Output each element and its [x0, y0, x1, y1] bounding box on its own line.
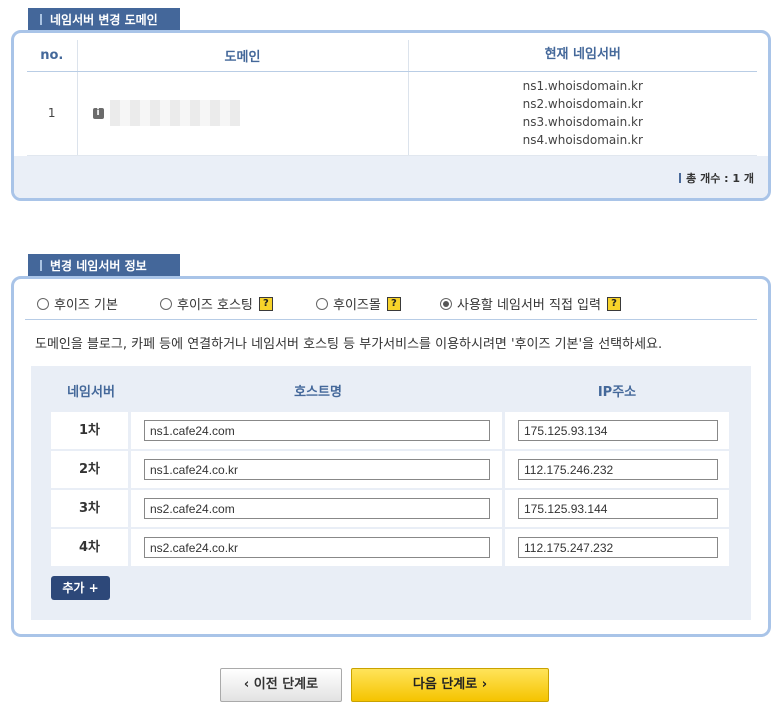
ip-input-2[interactable] [518, 459, 718, 480]
nameserver-order-label: 1차 [51, 412, 131, 449]
section-title: 변경 네임서버 정보 [50, 259, 147, 273]
help-icon[interactable]: ? [258, 296, 273, 311]
nameserver-order-label: 2차 [51, 451, 131, 488]
current-nameservers-cell: ns1.whoisdomain.kr ns2.whoisdomain.kr ns… [408, 71, 757, 156]
add-nameserver-button[interactable]: 추가 + [51, 576, 110, 600]
option-label: 사용할 네임서버 직접 입력 [457, 298, 601, 313]
table-row: 1차 [51, 412, 729, 449]
radio-button[interactable] [37, 297, 49, 310]
domain-table: no. 도메인 현재 네임서버 1 i ns1.whoisdomain.kr n… [27, 40, 757, 156]
nameserver-4: ns4.whoisdomain.kr [522, 133, 643, 147]
column-header-ip: IP주소 [597, 385, 637, 400]
table-row: 3차 [51, 490, 729, 527]
section-tab-new-nameserver: 변경 네임서버 정보 [28, 254, 180, 276]
column-header-no: no. [27, 40, 77, 72]
host-input-2[interactable] [144, 459, 490, 480]
option-whois-hosting[interactable]: 후이즈 호스팅 ? [160, 294, 273, 313]
table-row: 2차 [51, 451, 729, 488]
section-title: 네임서버 변경 도메인 [50, 13, 158, 27]
table-row: 4차 [51, 529, 729, 566]
nameserver-3: ns3.whoisdomain.kr [522, 115, 643, 129]
nameserver-order-label: 3차 [51, 490, 131, 527]
option-description: 도메인을 블로그, 카페 등에 연결하거나 네임서버 호스팅 등 부가서비스를 … [35, 337, 663, 352]
radio-button[interactable] [160, 297, 172, 310]
ip-input-3[interactable] [518, 498, 718, 519]
option-label: 후이즈 호스팅 [177, 298, 253, 313]
next-step-button[interactable]: 다음 단계로 › [351, 668, 549, 702]
radio-button-checked[interactable] [440, 297, 452, 310]
divider [25, 319, 757, 320]
nameserver-order-label: 4차 [51, 529, 131, 566]
help-icon[interactable]: ? [606, 296, 621, 311]
new-nameserver-panel: 후이즈 기본 후이즈 호스팅 ? 후이즈몰 ? 사용할 네임서버 직접 입력 ?… [11, 276, 771, 637]
option-whois-mall[interactable]: 후이즈몰 ? [316, 294, 401, 313]
option-label: 후이즈 기본 [54, 298, 118, 313]
table-header-row: no. 도메인 현재 네임서버 [27, 40, 757, 72]
section-tab-current-domain: 네임서버 변경 도메인 [28, 8, 180, 30]
total-count: 총 개수 : 1 개 [686, 172, 754, 185]
domain-name-redacted [109, 100, 240, 126]
ip-input-4[interactable] [518, 537, 718, 558]
host-input-1[interactable] [144, 420, 490, 441]
total-count-bar: 총 개수 : 1 개 [14, 156, 768, 198]
nameserver-1: ns1.whoisdomain.kr [522, 79, 643, 93]
ip-input-1[interactable] [518, 420, 718, 441]
domain-cell: i [76, 71, 409, 156]
option-label: 후이즈몰 [333, 298, 381, 313]
column-header-nameserver: 네임서버 [67, 385, 115, 400]
host-input-3[interactable] [144, 498, 490, 519]
nameserver-2: ns2.whoisdomain.kr [522, 97, 643, 111]
column-header-nameserver: 현재 네임서버 [408, 40, 757, 72]
info-icon[interactable]: i [92, 107, 104, 119]
table-row: 1 i ns1.whoisdomain.kr ns2.whoisdomain.k… [27, 71, 757, 156]
radio-button[interactable] [316, 297, 328, 310]
help-icon[interactable]: ? [386, 296, 401, 311]
bar-mark-icon [679, 173, 682, 183]
row-number: 1 [27, 71, 77, 156]
option-direct-input[interactable]: 사용할 네임서버 직접 입력 ? [440, 294, 621, 313]
host-input-4[interactable] [144, 537, 490, 558]
option-whois-basic[interactable]: 후이즈 기본 [37, 294, 118, 313]
previous-step-button[interactable]: ‹ 이전 단계로 [220, 668, 342, 702]
column-header-host: 호스트명 [294, 385, 342, 400]
nameserver-input-table: 네임서버 호스트명 IP주소 1차 2차 3차 4차 추가 + [31, 366, 751, 620]
current-domain-panel: no. 도메인 현재 네임서버 1 i ns1.whoisdomain.kr n… [11, 30, 771, 201]
column-header-domain: 도메인 [76, 40, 409, 72]
